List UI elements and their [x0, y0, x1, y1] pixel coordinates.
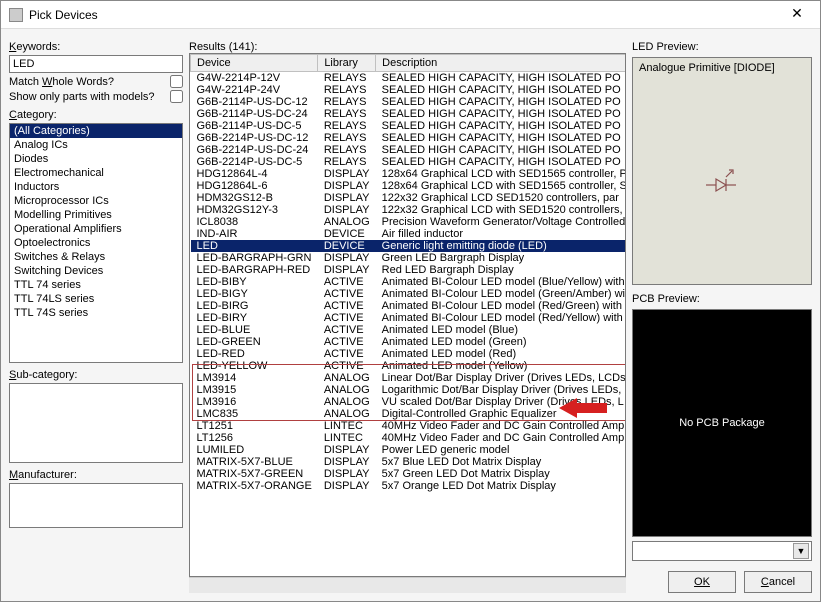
category-item[interactable]: Electromechanical	[10, 166, 182, 180]
led-preview-text: Analogue Primitive [DIODE]	[633, 58, 811, 78]
category-item[interactable]: Analog ICs	[10, 138, 182, 152]
pcb-preview-text: No PCB Package	[633, 310, 811, 536]
pcb-preview: No PCB Package	[632, 309, 812, 537]
table-row[interactable]: G6B-2214P-US-DC-5RELAYSSEALED HIGH CAPAC…	[191, 156, 627, 168]
dialog-buttons: OK Cancel	[632, 571, 812, 593]
category-item[interactable]: TTL 74S series	[10, 306, 182, 320]
close-icon[interactable]: ✕	[782, 5, 812, 25]
table-row[interactable]: HDG12864L-4DISPLAY128x64 Graphical LCD w…	[191, 168, 627, 180]
table-row[interactable]: HDM32GS12-BDISPLAY122x32 Graphical LCD S…	[191, 192, 627, 204]
table-row[interactable]: IND-AIRDEVICEAir filled inductor	[191, 228, 627, 240]
category-item[interactable]: Switches & Relays	[10, 250, 182, 264]
show-models-row: Show only parts with models?	[9, 90, 183, 103]
results-table: Device Library Description G4W-2214P-12V…	[190, 54, 626, 492]
titlebar: Pick Devices ✕	[1, 1, 820, 29]
led-preview: Analogue Primitive [DIODE]	[632, 57, 812, 285]
cancel-button[interactable]: Cancel	[744, 571, 812, 593]
table-row[interactable]: LM3914ANALOGLinear Dot/Bar Display Drive…	[191, 372, 627, 384]
table-row[interactable]: LED-REDACTIVEAnimated LED model (Red)	[191, 348, 627, 360]
category-item[interactable]: Inductors	[10, 180, 182, 194]
col-library[interactable]: Library	[318, 55, 376, 72]
table-row[interactable]: LED-BARGRAPH-REDDISPLAYRed LED Bargraph …	[191, 264, 627, 276]
category-item[interactable]: Operational Amplifiers	[10, 222, 182, 236]
window-title: Pick Devices	[29, 8, 782, 22]
table-row[interactable]: LED-BIRYACTIVEAnimated BI-Colour LED mod…	[191, 312, 627, 324]
table-row[interactable]: LED-BIGYACTIVEAnimated BI-Colour LED mod…	[191, 288, 627, 300]
dialog-content: Keywords: Match Whole Words? Show only p…	[1, 29, 820, 601]
manufacturer-list[interactable]	[9, 483, 183, 528]
category-item[interactable]: TTL 74 series	[10, 278, 182, 292]
table-row[interactable]: LUMILEDDISPLAYPower LED generic model	[191, 444, 627, 456]
col-description[interactable]: Description	[376, 55, 626, 72]
table-row[interactable]: LED-GREENACTIVEAnimated LED model (Green…	[191, 336, 627, 348]
table-row[interactable]: LM3915ANALOGLogarithmic Dot/Bar Display …	[191, 384, 627, 396]
diode-symbol	[633, 78, 811, 284]
table-row[interactable]: G6B-2214P-US-DC-24RELAYSSEALED HIGH CAPA…	[191, 144, 627, 156]
subcategory-label: Sub-category:	[9, 369, 183, 381]
package-dropdown[interactable]: ▼	[632, 541, 812, 561]
table-row[interactable]: LT1251LINTEC40MHz Video Fader and DC Gai…	[191, 420, 627, 432]
table-row[interactable]: G6B-2114P-US-DC-5RELAYSSEALED HIGH CAPAC…	[191, 120, 627, 132]
keywords-input[interactable]	[9, 55, 183, 73]
table-row[interactable]: LEDDEVICEGeneric light emitting diode (L…	[191, 240, 627, 252]
table-row[interactable]: ICL8038ANALOGPrecision Waveform Generato…	[191, 216, 627, 228]
led-preview-label: LED Preview:	[632, 41, 812, 53]
category-label: Category:	[9, 109, 183, 121]
table-row[interactable]: MATRIX-5X7-BLUEDISPLAY5x7 Blue LED Dot M…	[191, 456, 627, 468]
table-row[interactable]: LM3916ANALOGVU scaled Dot/Bar Display Dr…	[191, 396, 627, 408]
table-row[interactable]: LED-BIBYACTIVEAnimated BI-Colour LED mod…	[191, 276, 627, 288]
category-item[interactable]: Diodes	[10, 152, 182, 166]
table-row[interactable]: LED-BIRGACTIVEAnimated BI-Colour LED mod…	[191, 300, 627, 312]
horizontal-scrollbar[interactable]	[189, 577, 626, 593]
table-row[interactable]: HDM32GS12Y-3DISPLAY122x32 Graphical LCD …	[191, 204, 627, 216]
table-row[interactable]: G4W-2214P-12VRELAYSSEALED HIGH CAPACITY,…	[191, 72, 627, 85]
col-device[interactable]: Device	[191, 55, 318, 72]
table-row[interactable]: MATRIX-5X7-GREENDISPLAY5x7 Green LED Dot…	[191, 468, 627, 480]
table-row[interactable]: G6B-2214P-US-DC-12RELAYSSEALED HIGH CAPA…	[191, 132, 627, 144]
middle-panel: Results (141): Device Library Descriptio…	[189, 37, 626, 593]
match-whole-row: Match Whole Words?	[9, 75, 183, 88]
category-item[interactable]: Switching Devices	[10, 264, 182, 278]
category-list[interactable]: (All Categories)Analog ICsDiodesElectrom…	[9, 123, 183, 363]
show-models-label: Show only parts with models?	[9, 91, 155, 103]
ok-button[interactable]: OK	[668, 571, 736, 593]
table-row[interactable]: LMC835ANALOGDigital-Controlled Graphic E…	[191, 408, 627, 420]
table-row[interactable]: G6B-2114P-US-DC-12RELAYSSEALED HIGH CAPA…	[191, 96, 627, 108]
category-item[interactable]: (All Categories)	[10, 124, 182, 138]
right-panel: LED Preview: Analogue Primitive [DIODE]	[632, 37, 812, 593]
table-row[interactable]: G4W-2214P-24VRELAYSSEALED HIGH CAPACITY,…	[191, 84, 627, 96]
pick-devices-dialog: Pick Devices ✕ Keywords: Match Whole Wor…	[0, 0, 821, 602]
left-panel: Keywords: Match Whole Words? Show only p…	[9, 37, 183, 593]
category-item[interactable]: TTL 74LS series	[10, 292, 182, 306]
results-table-wrap[interactable]: Device Library Description G4W-2214P-12V…	[189, 53, 626, 577]
match-whole-label: Match Whole Words?	[9, 76, 114, 88]
manufacturer-label: Manufacturer:	[9, 469, 183, 481]
category-item[interactable]: Modelling Primitives	[10, 208, 182, 222]
category-item[interactable]: Microprocessor ICs	[10, 194, 182, 208]
table-row[interactable]: LED-BARGRAPH-GRNDISPLAYGreen LED Bargrap…	[191, 252, 627, 264]
app-icon	[9, 8, 23, 22]
table-row[interactable]: G6B-2114P-US-DC-24RELAYSSEALED HIGH CAPA…	[191, 108, 627, 120]
category-item[interactable]: Optoelectronics	[10, 236, 182, 250]
table-row[interactable]: LED-BLUEACTIVEAnimated LED model (Blue)	[191, 324, 627, 336]
pcb-preview-label: PCB Preview:	[632, 293, 812, 305]
results-label: Results (141):	[189, 41, 626, 53]
keywords-label: Keywords:	[9, 41, 183, 53]
table-row[interactable]: LED-YELLOWACTIVEAnimated LED model (Yell…	[191, 360, 627, 372]
show-models-checkbox[interactable]	[170, 90, 183, 103]
diode-icon	[702, 161, 742, 201]
table-row[interactable]: LT1256LINTEC40MHz Video Fader and DC Gai…	[191, 432, 627, 444]
table-row[interactable]: MATRIX-5X7-ORANGEDISPLAY5x7 Orange LED D…	[191, 480, 627, 492]
table-row[interactable]: HDG12864L-6DISPLAY128x64 Graphical LCD w…	[191, 180, 627, 192]
chevron-down-icon: ▼	[793, 543, 809, 559]
subcategory-list[interactable]	[9, 383, 183, 463]
match-whole-checkbox[interactable]	[170, 75, 183, 88]
